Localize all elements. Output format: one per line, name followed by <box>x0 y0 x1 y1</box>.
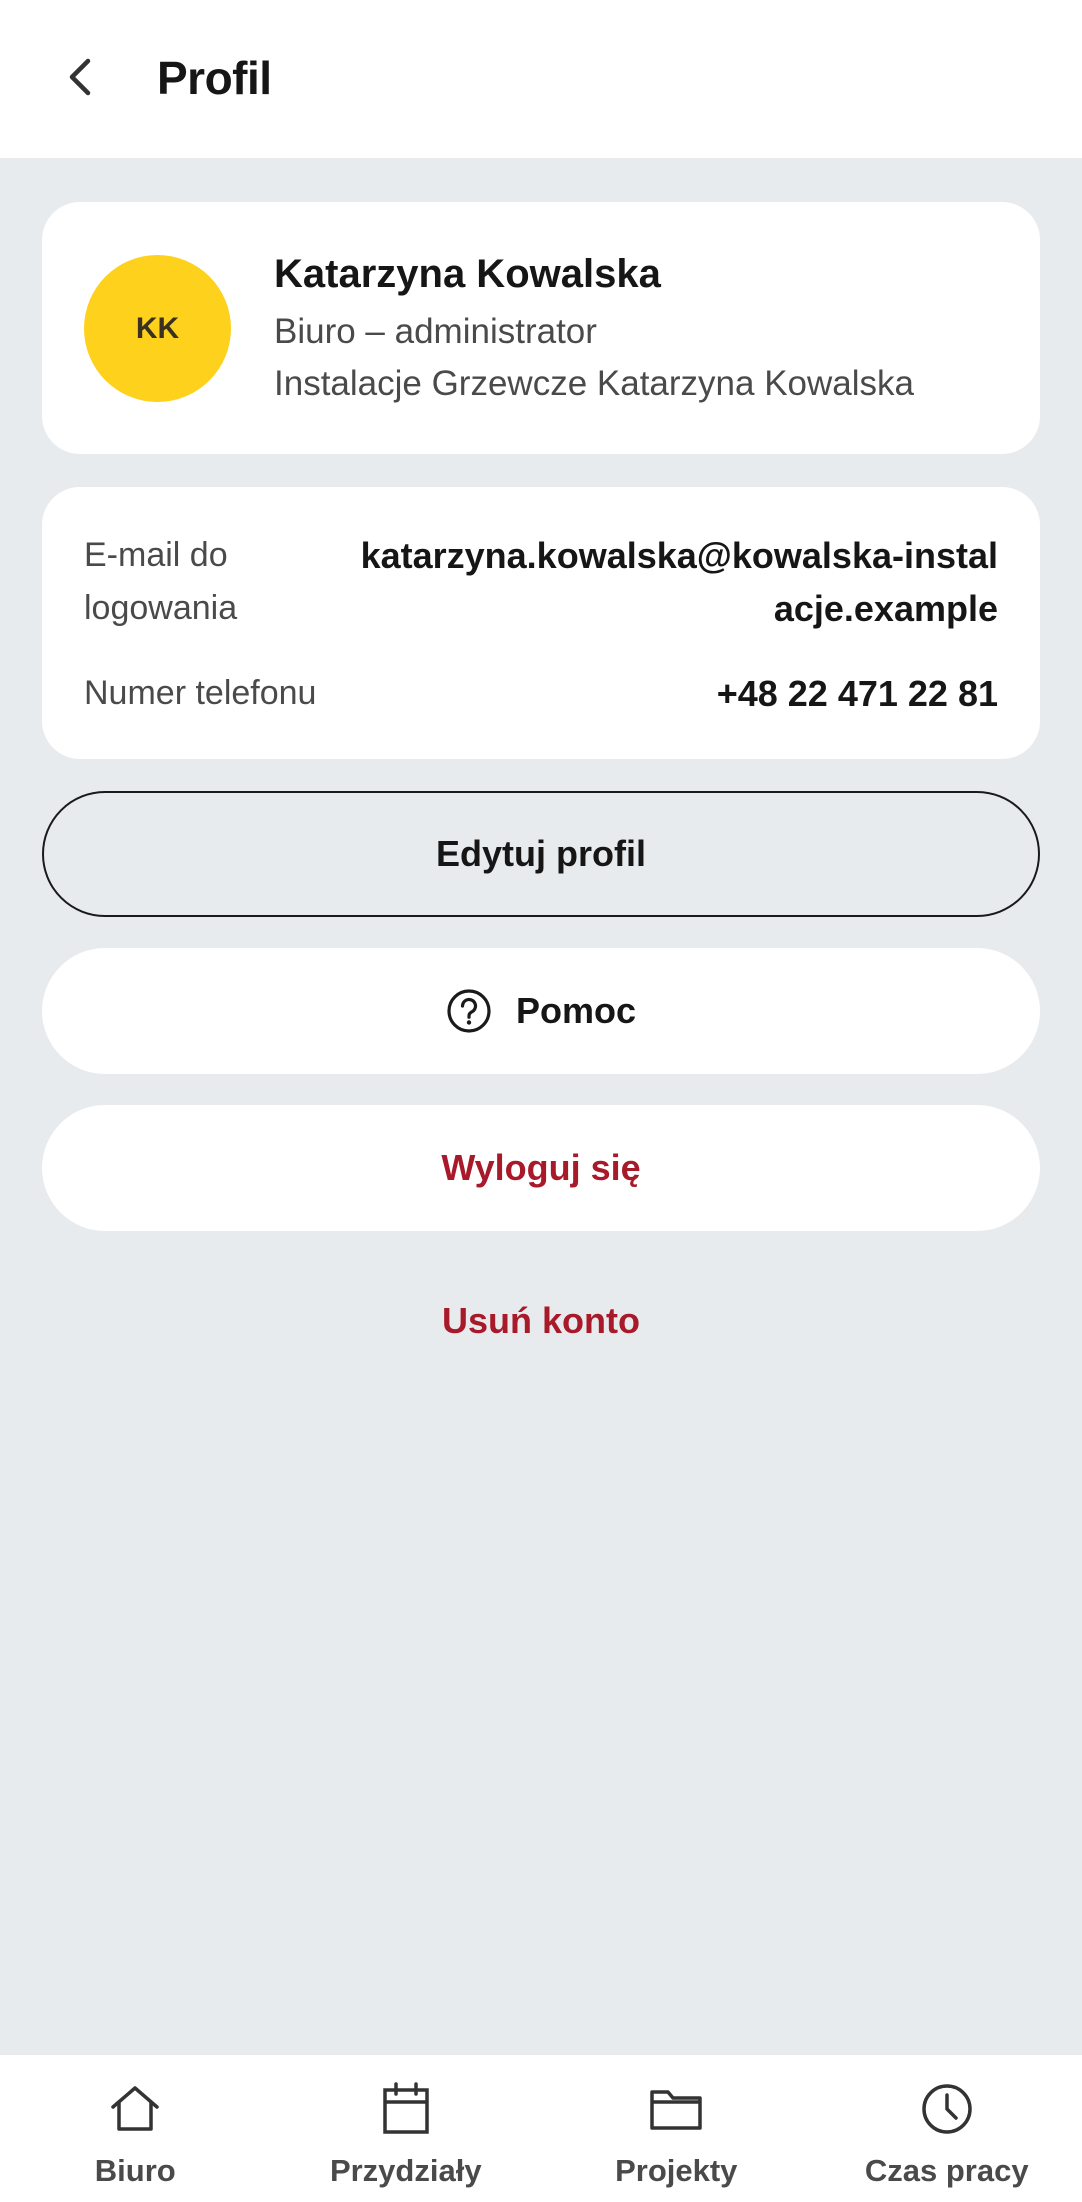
avatar: KK <box>84 255 231 402</box>
profile-company: Instalacje Grzewcze Katarzyna Kowalska <box>274 364 914 403</box>
edit-profile-button[interactable]: Edytuj profil <box>42 791 1040 917</box>
back-button[interactable] <box>46 44 112 110</box>
nav-item-czas-pracy[interactable]: Czas pracy <box>812 2055 1082 2202</box>
email-label: E-mail do logowania <box>84 536 238 627</box>
profile-role: Biuro – administrator <box>274 312 597 351</box>
nav-label-biuro: Biuro <box>94 2153 176 2188</box>
question-circle-icon <box>446 988 492 1034</box>
folder-icon <box>646 2079 706 2139</box>
home-icon <box>105 2079 165 2139</box>
nav-label-przydzialy: Przydziały <box>329 2153 482 2188</box>
logout-label: Wyloguj się <box>441 1147 641 1188</box>
nav-label-czas-pracy: Czas pracy <box>864 2153 1029 2188</box>
nav-label-projekty: Projekty <box>615 2153 738 2188</box>
email-value: katarzyna.kowalska@kowalska-instalacje.e… <box>360 535 998 629</box>
phone-value: +48 22 471 22 81 <box>716 673 998 714</box>
help-label: Pomoc <box>515 990 637 1031</box>
nav-item-projekty[interactable]: Projekty <box>541 2055 812 2202</box>
profile-name: Katarzyna Kowalska <box>274 252 661 296</box>
calendar-icon <box>376 2079 436 2139</box>
account-details-card: E-mail do logowania katarzyna.kowalska@k… <box>42 487 1040 759</box>
profile-card: KK Katarzyna Kowalska Biuro – administra… <box>42 202 1040 454</box>
nav-item-biuro[interactable]: Biuro <box>0 2055 271 2202</box>
edit-profile-label: Edytuj profil <box>436 833 646 874</box>
phone-label: Numer telefonu <box>84 674 317 712</box>
app-header: Profil <box>0 0 1082 158</box>
clock-icon <box>917 2079 977 2139</box>
nav-item-przydzialy[interactable]: Przydziały <box>271 2055 542 2202</box>
chevron-left-icon <box>69 58 91 96</box>
delete-account-link[interactable]: Usuń konto <box>0 1300 1082 1342</box>
help-button[interactable]: Pomoc <box>42 948 1040 1074</box>
page-title: Profil <box>157 52 272 104</box>
logout-button[interactable]: Wyloguj się <box>42 1105 1040 1231</box>
bottom-navigation: Biuro Przydziały Projekty Czas pracy <box>0 2055 1082 2202</box>
